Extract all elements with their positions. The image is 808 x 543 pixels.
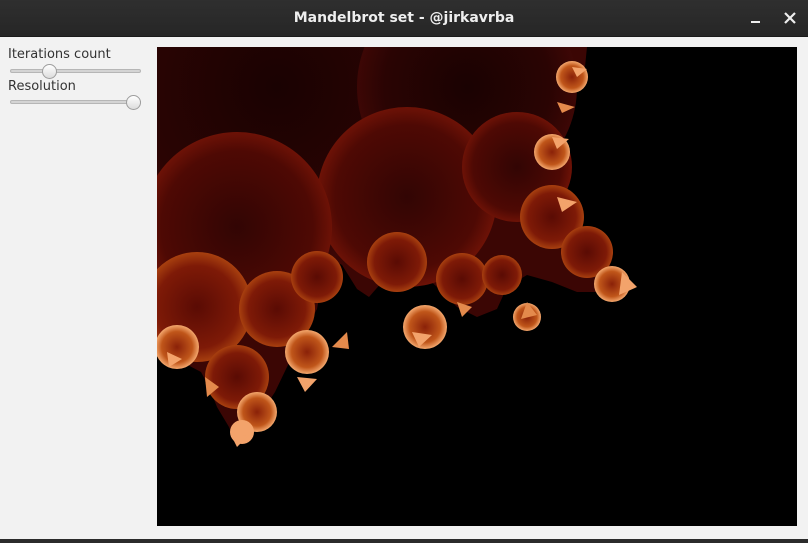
close-button[interactable] <box>780 8 800 28</box>
close-icon <box>784 12 796 24</box>
resolution-slider[interactable] <box>10 95 141 111</box>
title-bar: Mandelbrot set - @jirkavrba <box>0 0 808 37</box>
iterations-count-label: Iterations count <box>8 47 111 62</box>
resolution-slider-thumb[interactable] <box>126 95 141 110</box>
minimize-button[interactable] <box>746 8 766 28</box>
minimize-icon <box>751 21 760 23</box>
window-bottom-border <box>0 539 808 543</box>
app-window: Mandelbrot set - @jirkavrba Iterations c… <box>0 0 808 543</box>
iterations-count-slider[interactable] <box>10 64 141 80</box>
resolution-label: Resolution <box>8 79 76 94</box>
mandelbrot-canvas[interactable] <box>157 47 797 526</box>
iterations-slider-track[interactable] <box>10 69 141 73</box>
controls-panel: Iterations count Resolution <box>0 37 156 543</box>
window-title: Mandelbrot set - @jirkavrba <box>293 10 515 26</box>
resolution-slider-track[interactable] <box>10 100 141 104</box>
iterations-slider-thumb[interactable] <box>42 64 57 79</box>
mandelbrot-render <box>157 47 797 526</box>
